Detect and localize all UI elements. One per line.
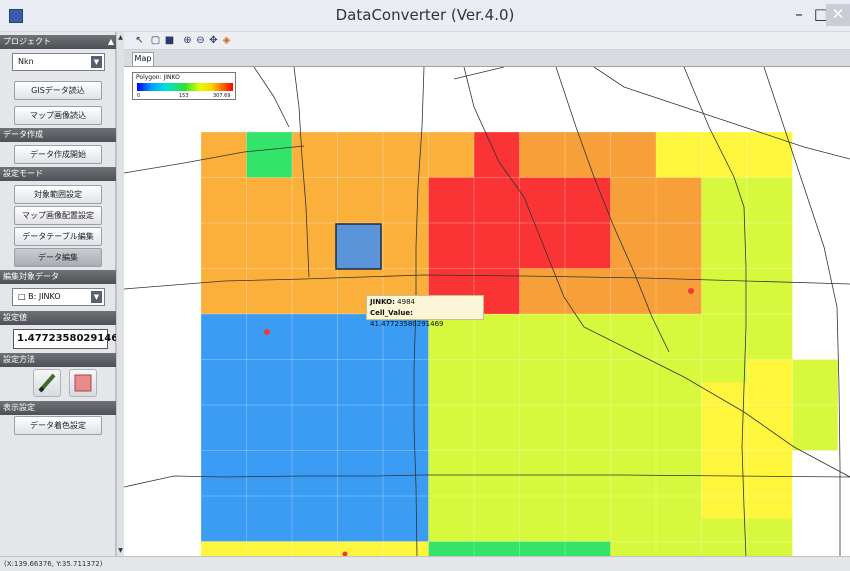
close-button[interactable]: ✕ <box>826 4 850 26</box>
tab-map[interactable]: Map <box>132 52 154 66</box>
project-header-label: プロジェクト <box>3 37 51 46</box>
data-color-button[interactable]: データ着色設定 <box>14 416 102 435</box>
chevron-down-icon[interactable]: ▼ <box>91 56 102 68</box>
grid-cell[interactable] <box>246 132 293 178</box>
pencil-tool-button[interactable] <box>33 369 61 397</box>
window-title: DataConverter (Ver.4.0) <box>335 6 515 24</box>
scroll-down-icon[interactable]: ▼ <box>117 547 124 554</box>
main-panel: ↖ ▢ ■ ⊕ ⊖ ✥ ◈ Map Polygon: JINKO 0 153 3… <box>124 32 850 556</box>
app-window: DataConverter (Ver.4.0) – □ ✕ プロジェクト ▲ Nk… <box>0 0 850 571</box>
tooltip-line-cell-value: Cell_Value: 41.47723580291469 <box>370 308 480 330</box>
edit-target-section-header: 編集対象データ <box>0 270 116 284</box>
tooltip-label: JINKO: <box>370 298 395 306</box>
eraser-icon <box>74 374 92 392</box>
grid-cell[interactable] <box>201 541 429 557</box>
mode-section-header: 設定モード <box>0 167 116 181</box>
selected-cell[interactable] <box>335 223 382 270</box>
map-image-load-button[interactable]: マップ画像読込 <box>14 106 102 125</box>
map-canvas[interactable]: Polygon: JINKO 0 153 307.69 JINKO: 4984 … <box>124 66 850 556</box>
method-section-header: 設定方法 <box>0 353 116 367</box>
mode-button-map-image[interactable]: マップ画像配置設定 <box>14 206 102 225</box>
display-section-header: 表示設定 <box>0 401 116 415</box>
pointer-icon[interactable]: ↖ <box>134 35 145 46</box>
edit-target-select[interactable]: □ B: JINKO ▼ <box>12 288 105 306</box>
project-select[interactable]: Nkn ▼ <box>12 53 105 71</box>
mode-button-data-table[interactable]: データテーブル編集 <box>14 227 102 246</box>
map-grid[interactable] <box>124 67 850 556</box>
project-section-header: プロジェクト ▲ <box>0 35 116 49</box>
tooltip-label: Cell_Value: <box>370 309 413 317</box>
pencil-icon <box>38 373 56 393</box>
fit-extent-icon[interactable]: ✥ <box>208 35 219 46</box>
legend-title: Polygon: JINKO <box>136 74 180 81</box>
sidebar-panel: プロジェクト ▲ Nkn ▼ GISデータ読込 マップ画像読込 データ作成 データ作… <box>0 32 125 556</box>
mode-button-data-edit[interactable]: データ編集 <box>14 248 102 267</box>
collapse-icon[interactable]: ▲ <box>108 35 114 49</box>
scroll-up-icon[interactable]: ▲ <box>117 34 124 41</box>
zoom-in-icon[interactable]: ⊕ <box>182 35 193 46</box>
project-select-value: Nkn <box>18 57 34 66</box>
legend-tick-min: 0 <box>137 93 141 99</box>
cell-tooltip: JINKO: 4984 Cell_Value: 41.4772358029146… <box>366 295 484 328</box>
value-input[interactable]: 1.47723580291469 <box>13 329 125 349</box>
value-section-header: 設定値 <box>0 311 116 325</box>
map-toolbar: ↖ ▢ ■ ⊕ ⊖ ✥ ◈ <box>124 32 850 50</box>
new-file-icon[interactable]: ▢ <box>150 35 161 46</box>
title-bar: DataConverter (Ver.4.0) – □ ✕ <box>0 0 850 32</box>
tooltip-value: 41.47723580291469 <box>370 320 444 328</box>
pan-icon[interactable]: ◈ <box>221 35 232 46</box>
location-point[interactable] <box>688 288 694 294</box>
tooltip-value: 4984 <box>397 298 415 306</box>
tab-bar: Map <box>124 50 850 66</box>
legend-tick-mid: 153 <box>179 93 189 99</box>
zoom-out-icon[interactable]: ⊖ <box>195 35 206 46</box>
grid-cell[interactable] <box>474 132 520 178</box>
sidebar-scrollbar[interactable]: ▲ ▼ <box>116 32 124 556</box>
legend-color-scale <box>137 83 233 91</box>
map-legend: Polygon: JINKO 0 153 307.69 <box>132 72 236 100</box>
legend-tick-max: 307.69 <box>213 93 231 99</box>
grid-cell[interactable] <box>428 132 475 178</box>
tooltip-line-jinko: JINKO: 4984 <box>370 297 480 308</box>
chevron-down-icon[interactable]: ▼ <box>91 291 102 303</box>
location-point[interactable] <box>264 329 270 335</box>
data-create-section-header: データ作成 <box>0 128 116 142</box>
save-icon[interactable]: ■ <box>164 35 175 46</box>
grid-cell[interactable] <box>201 314 429 542</box>
start-create-button[interactable]: データ作成開始 <box>14 145 102 164</box>
status-bar: (X:139.66376, Y:35.711372) <box>0 556 850 571</box>
edit-target-select-value: □ B: JINKO <box>18 292 61 301</box>
gis-load-button[interactable]: GISデータ読込 <box>14 81 102 100</box>
eraser-tool-button[interactable] <box>69 369 97 397</box>
grid-cell[interactable] <box>656 132 793 178</box>
grid-cell[interactable] <box>519 132 657 178</box>
mode-button-range[interactable]: 対象範囲設定 <box>14 185 102 204</box>
